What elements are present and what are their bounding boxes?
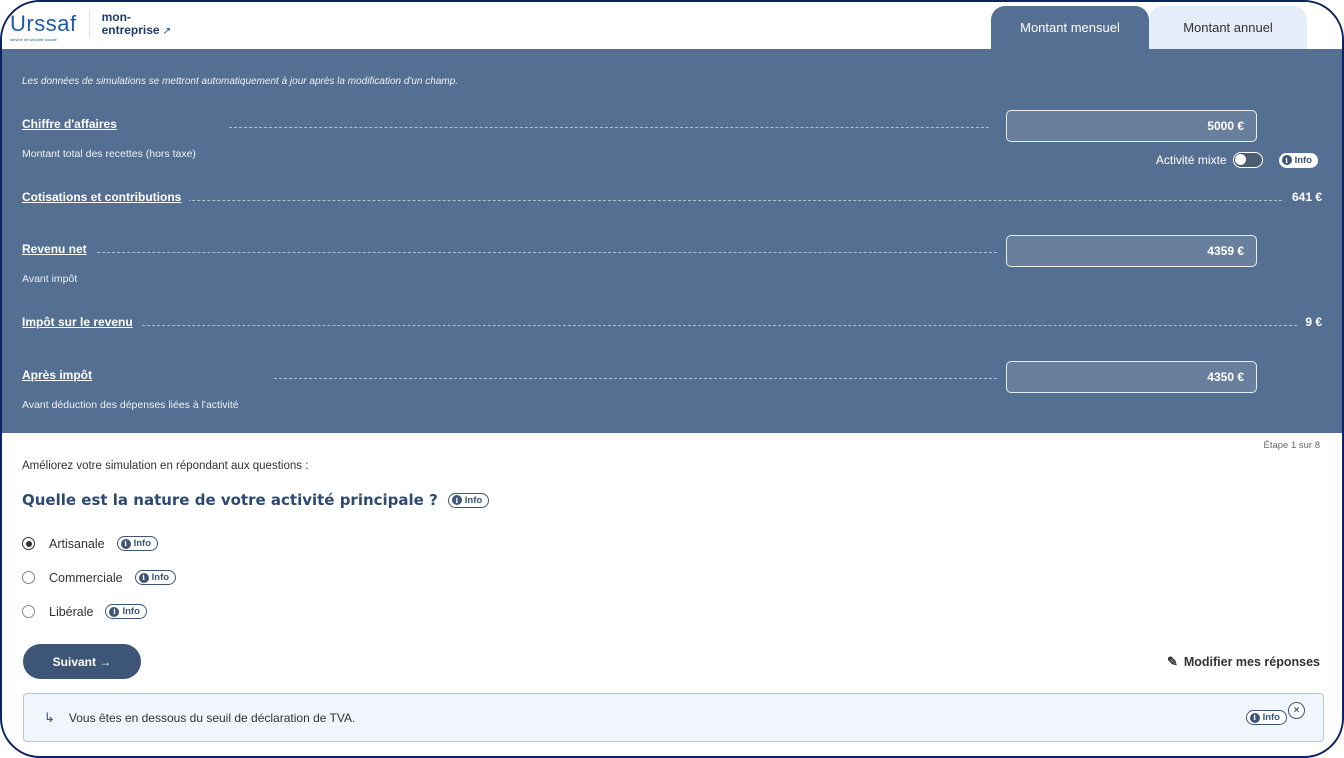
update-notice: Les données de simulations se mettront a… bbox=[22, 76, 459, 87]
close-icon[interactable]: × bbox=[1288, 702, 1305, 719]
cotisations-label[interactable]: Cotisations et contributions bbox=[22, 190, 190, 204]
radio-artisanale[interactable] bbox=[22, 537, 35, 550]
logo[interactable]: Urssaf service de sécurité sociale mon- … bbox=[10, 10, 171, 42]
mixed-activity-info-button[interactable]: i Info bbox=[1278, 152, 1318, 168]
mixed-activity-toggle[interactable] bbox=[1232, 152, 1263, 168]
option-commerciale: Commerciale i Info bbox=[22, 570, 177, 585]
dotted-leader bbox=[22, 200, 1322, 201]
artisanale-info-button[interactable]: i Info bbox=[116, 536, 159, 551]
chiffre-affaires-label[interactable]: Chiffre d'affaires bbox=[22, 117, 125, 131]
option-label[interactable]: Commerciale bbox=[49, 571, 123, 585]
mon-entreprise-line2: entreprise bbox=[101, 22, 160, 37]
info-icon: i bbox=[451, 495, 462, 505]
external-link-icon: ↗ bbox=[162, 25, 171, 37]
apres-impot-sublabel: Avant déduction des dépenses liées à l'a… bbox=[22, 399, 239, 411]
chiffre-affaires-input[interactable]: 5000 € bbox=[1006, 110, 1257, 142]
urssaf-logo: Urssaf bbox=[10, 10, 77, 36]
revenu-net-value: 4359 € bbox=[1207, 244, 1244, 258]
option-artisanale: Artisanale i Info bbox=[22, 536, 159, 551]
info-label: Info bbox=[151, 572, 170, 583]
mixed-activity-control: Activité mixte i Info bbox=[1156, 152, 1318, 168]
info-label: Info bbox=[464, 494, 483, 506]
option-label[interactable]: Libérale bbox=[49, 605, 93, 619]
info-icon: i bbox=[1281, 155, 1292, 165]
info-icon: i bbox=[109, 606, 120, 617]
revenu-net-input[interactable]: 4359 € bbox=[1006, 235, 1257, 267]
return-arrow-icon: ↳ bbox=[44, 709, 55, 725]
mixed-activity-label: Activité mixte bbox=[1155, 153, 1227, 167]
modify-answers-link[interactable]: ✎ Modifier mes réponses bbox=[1167, 654, 1320, 670]
info-label: Info bbox=[1262, 712, 1280, 723]
apres-impot-input[interactable]: 4350 € bbox=[1006, 361, 1257, 393]
cotisations-value: 641 € bbox=[1283, 190, 1322, 204]
step-indicator: Étape 1 sur 8 bbox=[1263, 440, 1320, 451]
info-icon: i bbox=[120, 538, 131, 549]
question-info-button[interactable]: i Info bbox=[447, 492, 490, 508]
tab-montant-annuel[interactable]: Montant annuel bbox=[1149, 6, 1307, 49]
row-cotisations: Cotisations et contributions 641 € bbox=[22, 190, 1322, 210]
impot-value: 9 € bbox=[1297, 315, 1322, 329]
logo-separator bbox=[88, 10, 90, 38]
radio-commerciale[interactable] bbox=[22, 571, 35, 584]
dotted-leader bbox=[229, 127, 989, 128]
tva-info-button[interactable]: i Info bbox=[1245, 710, 1287, 725]
toggle-knob bbox=[1234, 154, 1246, 165]
dotted-leader bbox=[274, 378, 997, 379]
pencil-icon: ✎ bbox=[1166, 654, 1178, 669]
chiffre-affaires-value: 5000 € bbox=[1207, 119, 1244, 133]
info-label: Info bbox=[1294, 154, 1312, 166]
period-tabs: Montant mensuel Montant annuel bbox=[991, 6, 1307, 49]
apres-impot-value: 4350 € bbox=[1207, 370, 1244, 384]
revenu-net-sublabel: Avant impôt bbox=[22, 273, 78, 285]
impot-label[interactable]: Impôt sur le revenu bbox=[22, 315, 141, 329]
modify-answers-label: Modifier mes réponses bbox=[1183, 655, 1320, 669]
question-title: Quelle est la nature de votre activité p… bbox=[22, 491, 438, 509]
info-label: Info bbox=[133, 538, 152, 549]
info-label: Info bbox=[122, 606, 140, 617]
liberale-info-button[interactable]: i Info bbox=[105, 604, 147, 619]
option-liberale: Libérale i Info bbox=[22, 604, 147, 619]
simulation-panel: Les données de simulations se mettront a… bbox=[2, 49, 1342, 433]
row-impot: Impôt sur le revenu 9 € bbox=[22, 315, 1322, 335]
dotted-leader bbox=[22, 325, 1322, 326]
next-button[interactable]: Suivant → bbox=[23, 644, 141, 679]
urssaf-tagline: service de sécurité sociale bbox=[10, 36, 57, 42]
option-label[interactable]: Artisanale bbox=[49, 537, 105, 551]
question-header: Quelle est la nature de votre activité p… bbox=[22, 491, 490, 509]
tva-notice-text: Vous êtes en dessous du seuil de déclara… bbox=[68, 710, 356, 725]
dotted-leader bbox=[22, 252, 997, 253]
improve-intro: Améliorez votre simulation en répondant … bbox=[22, 460, 309, 472]
tab-montant-mensuel[interactable]: Montant mensuel bbox=[991, 6, 1149, 49]
info-icon: i bbox=[1249, 712, 1260, 723]
radio-liberale[interactable] bbox=[22, 605, 35, 618]
chiffre-affaires-sublabel: Montant total des recettes (hors taxe) bbox=[22, 148, 196, 160]
apres-impot-label[interactable]: Après impôt bbox=[22, 368, 101, 382]
revenu-net-label[interactable]: Revenu net bbox=[22, 242, 95, 256]
mon-entreprise-logo[interactable]: mon- entreprise ↗ bbox=[101, 10, 171, 38]
info-icon: i bbox=[138, 572, 149, 583]
commerciale-info-button[interactable]: i Info bbox=[134, 570, 177, 585]
tva-notice: ↳ Vous êtes en dessous du seuil de décla… bbox=[23, 693, 1324, 742]
app-frame: Urssaf service de sécurité sociale mon- … bbox=[0, 0, 1344, 758]
header: Urssaf service de sécurité sociale mon- … bbox=[2, 2, 1342, 49]
